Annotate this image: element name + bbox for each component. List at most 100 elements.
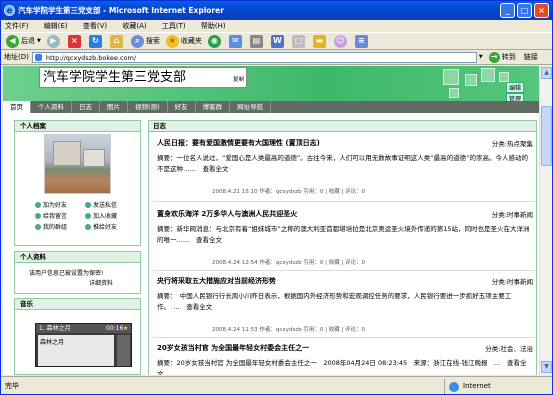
refresh-button[interactable]: ↻ [88, 34, 104, 48]
nav-url-guide[interactable]: 网址导航 [230, 101, 272, 113]
back-button[interactable]: ◀ 后退 ▼ [6, 34, 41, 48]
edit-button[interactable]: W [270, 34, 286, 48]
media-button[interactable]: ◉ [207, 34, 223, 48]
group-icon [35, 223, 41, 230]
print-icon: ▤ [249, 34, 263, 48]
title-bar: e 汽车学院学生第三党支部 - Microsoft Internet Explo… [1, 1, 552, 20]
post-title[interactable]: 20岁女孩当村官 为全国最年轻女村委会主任之一 [157, 343, 533, 353]
info-detail-link[interactable]: 详细资料 [89, 278, 113, 287]
forward-button[interactable]: ▶ [46, 34, 62, 48]
menu-favorites[interactable]: 收藏(A) [122, 22, 146, 30]
refresh-icon: ↻ [88, 34, 102, 48]
post-title[interactable]: 人民日报：要有爱国激情更要有大国理性 (置顶日志) [157, 138, 533, 148]
scroll-up-icon[interactable]: ▲ [541, 67, 552, 79]
forward-arrow-icon: ▶ [46, 34, 60, 48]
nav-pictures[interactable]: 图片 [100, 101, 128, 113]
research-button[interactable]: ☺ [333, 34, 349, 48]
nav-video[interactable]: 视频(测) [128, 101, 168, 113]
add-favorite-link[interactable]: 加入收藏 [85, 211, 135, 220]
stop-icon: × [67, 34, 81, 48]
post-meta: 2008.4.21 15:10 作者：qcxydszb 引用：0 | 收藏 | … [212, 189, 366, 195]
search-button[interactable]: ⌕ 搜索 [130, 34, 160, 48]
post-divider [153, 270, 535, 271]
status-text: 完毕 [5, 382, 19, 390]
nav-blog-group[interactable]: 博客群 [196, 101, 231, 113]
vertical-scrollbar[interactable]: ▲ ▼ [539, 66, 552, 375]
address-input[interactable]: http://qcxydszb.bokee.com/ [31, 51, 477, 63]
photo-building [83, 149, 105, 167]
info-header: 个人资料 [15, 252, 140, 263]
post-category[interactable]: 分类:社会、法治 [485, 343, 533, 353]
search-icon: ⌕ [130, 34, 144, 48]
home-button[interactable]: ⌂ [109, 34, 125, 48]
scroll-down-icon[interactable]: ▼ [541, 361, 552, 373]
profile-photo[interactable] [44, 134, 111, 194]
recommend-link[interactable]: 推给好友 [85, 222, 135, 231]
close-button[interactable]: × [534, 3, 549, 18]
leave-message-link[interactable]: 给我留言 [35, 211, 85, 220]
add-friend-link[interactable]: 加为好友 [35, 200, 85, 209]
player-playlist[interactable]: 森林之月 [38, 335, 114, 366]
player-track: 1. 森林之月 [39, 325, 71, 332]
music-player[interactable]: 1. 森林之月 00:16 ★ 森林之月 [35, 323, 132, 367]
post-category[interactable]: 分类:时事新闻 [492, 276, 533, 286]
menu-file[interactable]: 文件(F) [5, 22, 29, 30]
post-title[interactable]: 置身欢乐海洋 2万多华人与澳洲人民共迎圣火 [157, 209, 533, 219]
send-message-link[interactable]: 发送私信 [85, 200, 135, 209]
info-panel: 个人资料 该用户信息已被设置为保密! 详细资料 [14, 251, 141, 294]
print-button[interactable]: ▤ [249, 34, 265, 48]
chevron-down-icon: ▼ [37, 38, 41, 44]
page-viewport: 汽车学院学生第三党支部 复制 编辑管理 首页 个人资料 日志 图片 视频(测) … [3, 66, 539, 375]
post-divider [153, 337, 535, 338]
my-groups-link[interactable]: 我的群组 [35, 222, 85, 231]
player-star-icon[interactable]: ★ [123, 324, 128, 333]
post-summary: 摘要： 中国人民银行行长周小川昨日表示，根据国内外经济形势和宏观调控任务的要求，… [157, 292, 512, 311]
nav-friends[interactable]: 好友 [168, 101, 196, 113]
messenger-button[interactable]: ▬ [312, 34, 328, 48]
links-button[interactable]: 链接 [524, 52, 538, 62]
scroll-thumb[interactable] [541, 106, 552, 166]
menu-help[interactable]: 帮助(H) [201, 22, 226, 30]
post-title[interactable]: 央行将采取五大措施应对当前经济形势 [157, 276, 533, 286]
banner-decoration [465, 74, 477, 86]
post-item: 人民日报：要有爱国激情更要有大国理性 (置顶日志) 分类:热点聚集 摘要：一位名… [153, 138, 535, 202]
address-dropdown-icon[interactable]: ▼ [479, 54, 483, 60]
playlist-item[interactable]: 森林之月 [40, 339, 64, 346]
mail-button[interactable]: ✉ [228, 34, 244, 48]
post-category[interactable]: 分类:时事新闻 [492, 209, 533, 219]
discuss-icon: ▢ [291, 34, 305, 48]
post-divider [153, 201, 535, 202]
go-button[interactable]: → 转到 [488, 51, 516, 63]
star-icon: ★ [165, 34, 179, 48]
menu-edit[interactable]: 编辑(E) [44, 22, 68, 30]
menu-bar: 文件(F) 编辑(E) 查看(V) 收藏(A) 工具(T) 帮助(H) [1, 20, 552, 32]
folder-icon: ▬ [312, 34, 326, 48]
translate-button[interactable]: ≡ [354, 34, 370, 48]
post-summary: 摘要：一位名人说过，“爱国心是人类最高的道德”。古往今来，人们可以用无数故事证明… [157, 154, 528, 173]
post-category[interactable]: 分类:热点聚集 [492, 138, 533, 148]
post-summary: 摘要：新华网消息：与北京有着“姐妹城市”之称的澳大利亚首都堪培拉是北京奥运圣火境… [157, 225, 530, 244]
menu-tools[interactable]: 工具(T) [162, 22, 186, 30]
profile-panel: 个人档案 加为好友 发送私信 给我留言 加入收藏 我的群组 推给好友 [14, 120, 141, 246]
comment-icon [35, 212, 41, 219]
favorites-button[interactable]: ★ 收藏夹 [165, 34, 202, 48]
translate-icon: ≡ [354, 34, 368, 48]
copy-link[interactable]: 复制 [233, 75, 244, 83]
back-arrow-icon: ◀ [6, 34, 19, 48]
minimize-button[interactable]: _ [500, 3, 515, 18]
menu-view[interactable]: 查看(V) [83, 22, 107, 30]
security-zone: Internet [444, 379, 552, 394]
music-panel: 音乐 1. 森林之月 00:16 ★ 森林之月 [14, 298, 141, 375]
edit-button[interactable]: 编辑 [506, 82, 525, 93]
post-item: 置身欢乐海洋 2万多华人与澳洲人民共迎圣火 分类:时事新闻 摘要：新华网消息：与… [153, 209, 535, 271]
nav-home[interactable]: 首页 [3, 101, 31, 113]
nav-profile[interactable]: 个人资料 [31, 101, 72, 113]
ie-logo-icon: e [4, 5, 15, 16]
mail-icon: ✉ [228, 34, 242, 48]
maximize-button[interactable]: □ [517, 3, 532, 18]
media-icon: ◉ [207, 34, 221, 48]
nav-log[interactable]: 日志 [72, 101, 100, 113]
stop-button[interactable]: × [67, 34, 83, 48]
player-scroll[interactable] [117, 335, 130, 366]
discuss-button[interactable]: ▢ [291, 34, 307, 48]
